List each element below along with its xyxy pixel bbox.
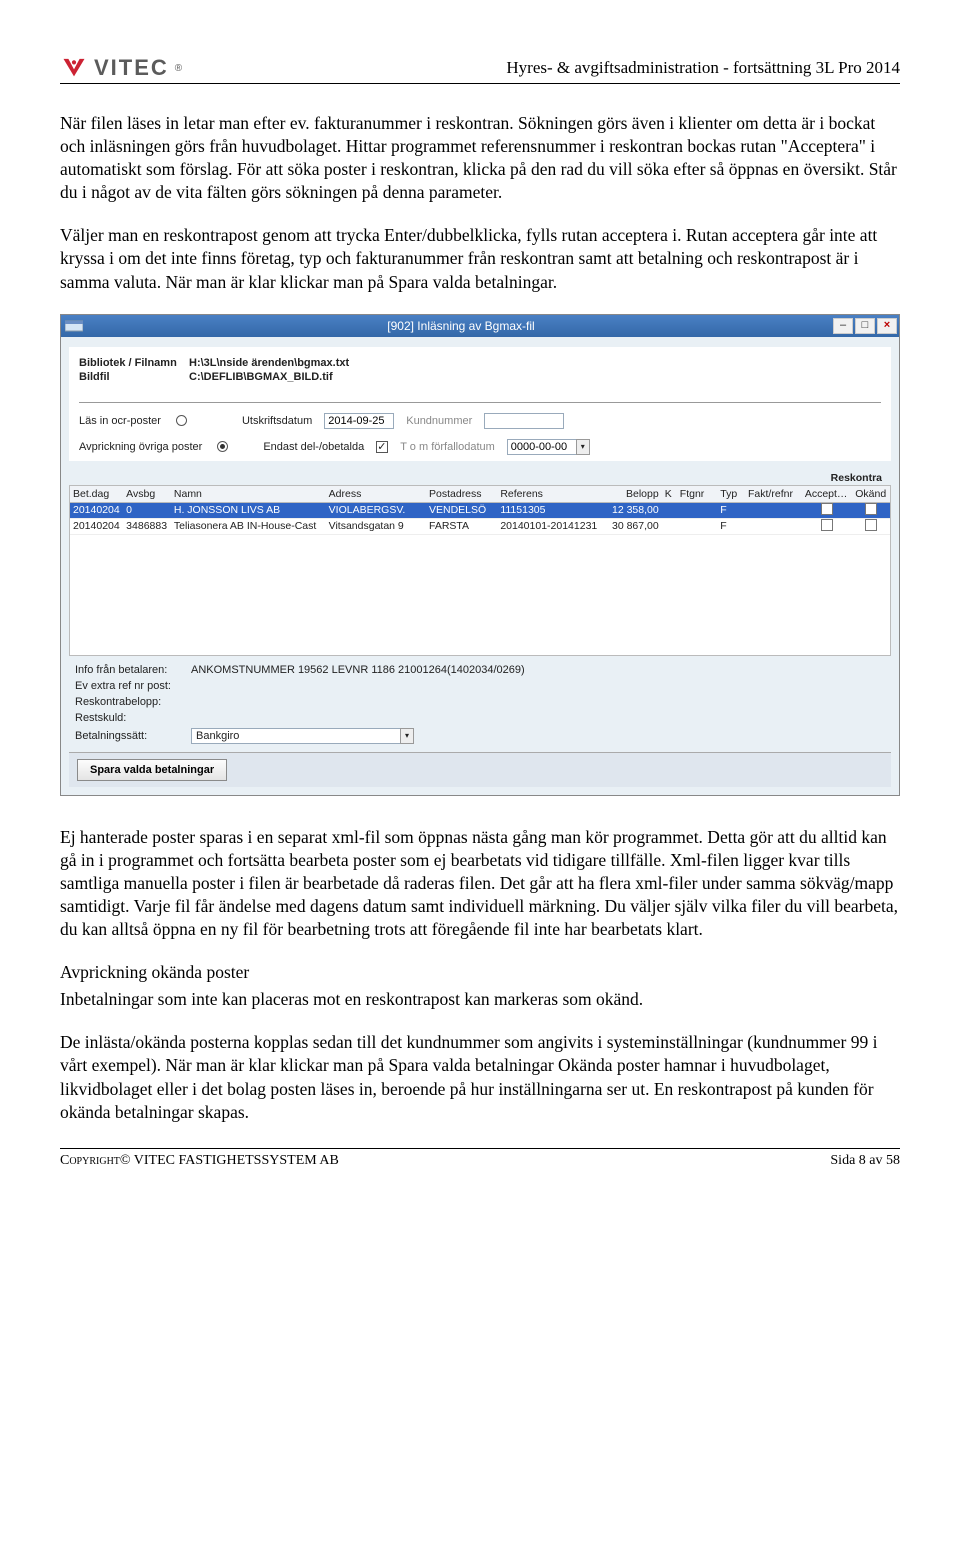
- okand-checkbox[interactable]: [865, 503, 877, 515]
- col-ftgnr: Ftgnr: [677, 486, 717, 502]
- copyright-text: Copyright© VITEC FASTIGHETSSYSTEM AB: [60, 1153, 339, 1168]
- page-header: VITEC ® Hyres- & avgiftsadministration -…: [60, 55, 900, 84]
- header-title: Hyres- & avgiftsadministration - fortsät…: [506, 58, 900, 78]
- betalningssatt-dropdown-arrow[interactable]: ▾: [400, 728, 414, 744]
- tom-dropdown-arrow[interactable]: ▾: [576, 439, 590, 455]
- bildfil-label: Bildfil: [79, 371, 189, 383]
- endast-checkbox[interactable]: [376, 441, 388, 453]
- bibliotek-value: H:\3L\nside ärenden\bgmax.txt: [189, 357, 349, 369]
- endast-label: Endast del-/obetalda: [263, 441, 364, 453]
- kundnummer-label: Kundnummer: [406, 415, 472, 427]
- divider: [79, 391, 881, 403]
- betalningssatt-label: Betalningssätt:: [75, 730, 185, 742]
- save-button[interactable]: Spara valda betalningar: [77, 759, 227, 781]
- avprickning-label: Avprickning övriga poster: [79, 441, 202, 453]
- close-button[interactable]: ×: [877, 318, 897, 334]
- acceptera-checkbox[interactable]: [821, 519, 833, 531]
- utskriftsdatum-input[interactable]: [324, 413, 394, 429]
- reskontra-group-label: Reskontra: [831, 472, 882, 484]
- col-faktrefnr: Fakt/refnr: [745, 486, 802, 502]
- utskriftsdatum-label: Utskriftsdatum: [242, 415, 312, 427]
- betalningssatt-select[interactable]: Bankgiro: [191, 728, 401, 744]
- tom-input[interactable]: [507, 439, 577, 455]
- bibliotek-label: Bibliotek / Filnamn: [79, 357, 189, 369]
- minimize-button[interactable]: –: [833, 318, 853, 334]
- sub-heading: Avprickning okända poster: [60, 961, 900, 984]
- paragraph-4: Inbetalningar som inte kan placeras mot …: [60, 988, 900, 1011]
- page-number: Sida 8 av 58: [830, 1153, 900, 1169]
- extra-ref-label: Ev extra ref nr post:: [75, 680, 185, 692]
- reskontrabelopp-label: Reskontrabelopp:: [75, 696, 185, 708]
- table-empty-area: [70, 535, 890, 655]
- restskuld-label: Restskuld:: [75, 712, 185, 724]
- info-from-payer-value: ANKOMSTNUMMER 19562 LEVNR 1186 21001264(…: [191, 664, 525, 676]
- paragraph-1: När filen läses in letar man efter ev. f…: [60, 112, 900, 204]
- avprickning-radio[interactable]: [217, 441, 228, 452]
- app-window: [902] Inläsning av Bgmax-fil – □ × Bibli…: [60, 314, 900, 796]
- form-area: Bibliotek / Filnamn H:\3L\nside ärenden\…: [69, 347, 891, 461]
- col-okand: Okänd: [851, 486, 890, 502]
- col-avsbg: Avsbg: [123, 486, 171, 502]
- maximize-button[interactable]: □: [855, 318, 875, 334]
- table-row[interactable]: 20140204 0 H. JONSSON LIVS AB VIOLABERGS…: [70, 503, 890, 519]
- window-icon: [65, 319, 83, 333]
- col-belopp: Belopp: [607, 486, 662, 502]
- bildfil-value: C:\DEFLIB\BGMAX_BILD.tif: [189, 371, 333, 383]
- data-table: Reskontra Bet.dag Avsbg Namn Adress Post…: [69, 485, 891, 656]
- logo-registered: ®: [175, 63, 182, 74]
- kundnummer-input[interactable]: [484, 413, 564, 429]
- las-in-label: Läs in ocr-poster: [79, 415, 161, 427]
- col-betdag: Bet.dag: [70, 486, 123, 502]
- col-k: K: [662, 486, 677, 502]
- window-title: [902] Inläsning av Bgmax-fil: [89, 319, 833, 333]
- paragraph-2: Väljer man en reskontrapost genom att tr…: [60, 224, 900, 293]
- table-row[interactable]: 20140204 3486883 Teliasonera AB IN-House…: [70, 519, 890, 535]
- info-from-payer-label: Info från betalaren:: [75, 664, 185, 676]
- col-postadress: Postadress: [426, 486, 497, 502]
- col-acceptera: Acceptera: [802, 486, 852, 502]
- col-adress: Adress: [326, 486, 426, 502]
- las-in-radio[interactable]: [176, 415, 187, 426]
- col-namn: Namn: [171, 486, 326, 502]
- paragraph-3: Ej hanterade poster sparas i en separat …: [60, 826, 900, 941]
- bottom-bar: Spara valda betalningar: [69, 752, 891, 787]
- titlebar: [902] Inläsning av Bgmax-fil – □ ×: [61, 315, 899, 337]
- lower-info-panel: Info från betalaren: ANKOMSTNUMMER 19562…: [69, 656, 891, 752]
- acceptera-checkbox[interactable]: [821, 503, 833, 515]
- tom-label: T o m förfallodatum: [400, 441, 495, 453]
- paragraph-5: De inlästa/okända posterna kopplas sedan…: [60, 1031, 900, 1123]
- table-header: Reskontra Bet.dag Avsbg Namn Adress Post…: [70, 486, 890, 503]
- okand-checkbox[interactable]: [865, 519, 877, 531]
- logo: VITEC ®: [60, 55, 182, 81]
- logo-text: VITEC: [94, 55, 169, 81]
- col-referens: Referens: [497, 486, 606, 502]
- col-typ: Typ: [717, 486, 745, 502]
- vitec-logo-icon: [60, 56, 88, 80]
